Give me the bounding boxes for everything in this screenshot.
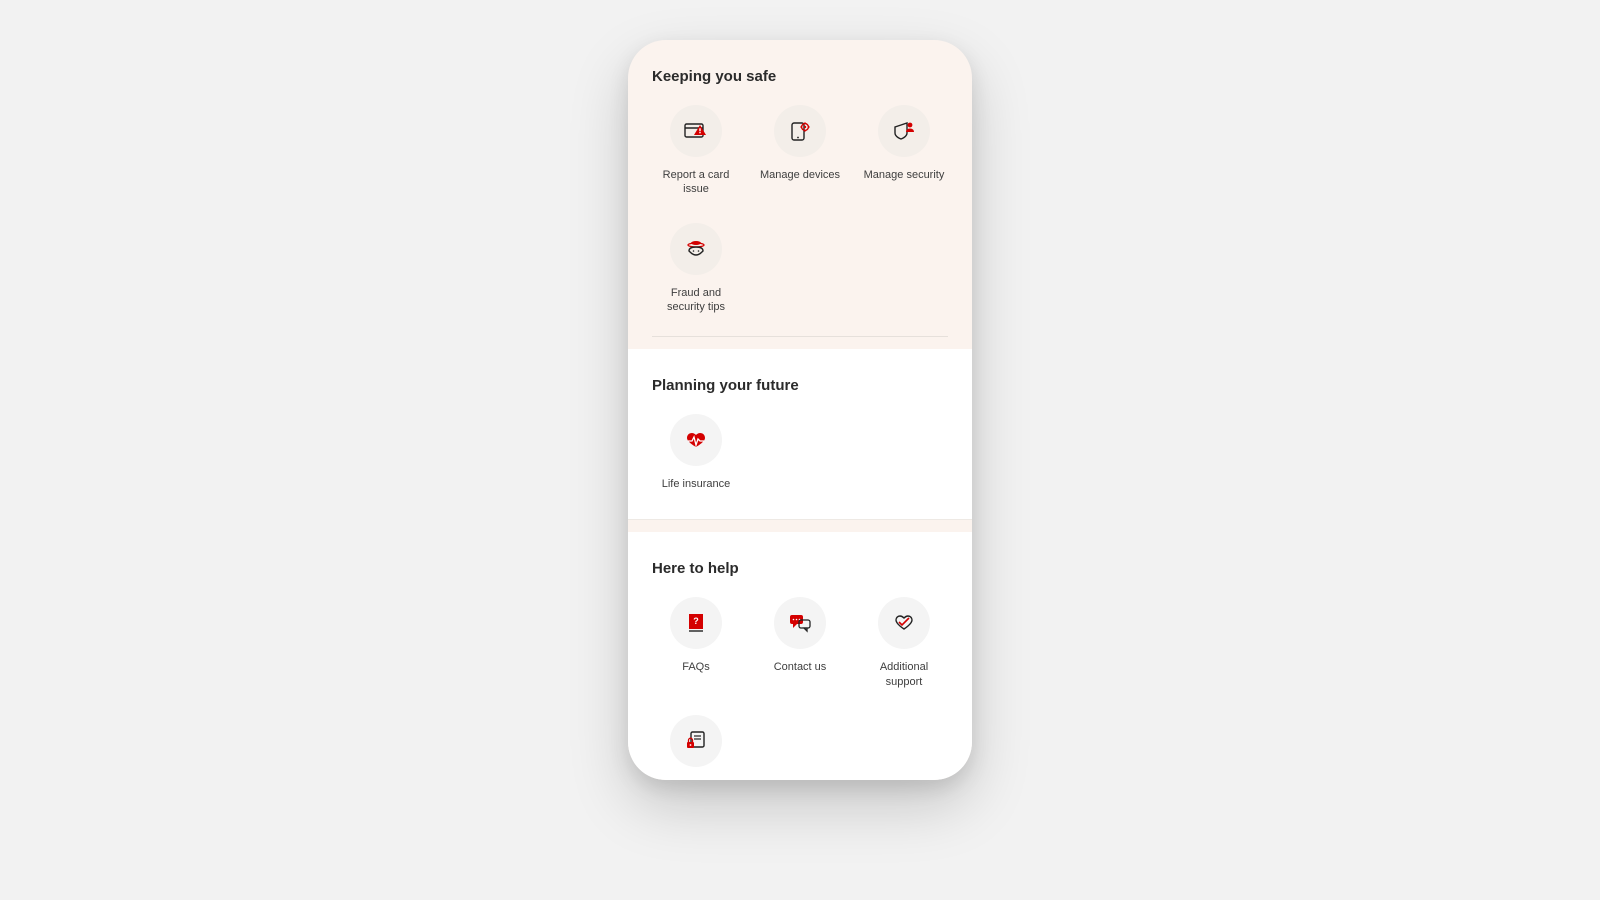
card-issue-icon	[670, 105, 722, 157]
tile-label: Manage devices	[760, 168, 840, 182]
section-title-safe: Keeping you safe	[652, 40, 948, 105]
tile-secure-messages[interactable]: Secure messages	[652, 715, 740, 780]
app-card: Keeping you safe Report a card issue	[628, 40, 972, 780]
faqs-icon: ?	[670, 597, 722, 649]
tile-label: Manage security	[864, 168, 945, 182]
security-icon	[878, 105, 930, 157]
future-grid: Life insurance	[652, 414, 948, 491]
section-title-future: Planning your future	[652, 349, 948, 414]
svg-text:?: ?	[693, 616, 699, 626]
section-title-help: Here to help	[652, 532, 948, 597]
tile-additional-support[interactable]: Additional support	[860, 597, 948, 689]
tile-label: Report a card issue	[655, 168, 737, 197]
secure-messages-icon	[670, 715, 722, 767]
life-insurance-icon	[670, 414, 722, 466]
section-here-to-help: Here to help ? FAQs	[628, 532, 972, 780]
fraud-tips-icon	[670, 223, 722, 275]
tile-label: Life insurance	[662, 477, 731, 491]
additional-support-icon	[878, 597, 930, 649]
safe-grid: Report a card issue Manage device	[652, 105, 948, 314]
tile-faqs[interactable]: ? FAQs	[652, 597, 740, 689]
tile-fraud-security-tips[interactable]: Fraud and security tips	[652, 223, 740, 315]
tile-label: Contact us	[774, 660, 827, 674]
tile-label: Additional support	[863, 660, 945, 689]
section-planning-future: Planning your future Life insurance	[628, 349, 972, 520]
devices-icon	[774, 105, 826, 157]
divider	[652, 336, 948, 337]
contact-us-icon	[774, 597, 826, 649]
tile-manage-devices[interactable]: Manage devices	[756, 105, 844, 197]
tile-life-insurance[interactable]: Life insurance	[652, 414, 740, 491]
tile-manage-security[interactable]: Manage security	[860, 105, 948, 197]
tile-report-card-issue[interactable]: Report a card issue	[652, 105, 740, 197]
help-grid: ? FAQs	[652, 597, 948, 780]
tile-label: Secure messages	[655, 778, 737, 780]
section-keeping-you-safe: Keeping you safe Report a card issue	[628, 40, 972, 337]
tile-label: FAQs	[682, 660, 710, 674]
tile-label: Fraud and security tips	[655, 286, 737, 315]
tile-contact-us[interactable]: Contact us	[756, 597, 844, 689]
